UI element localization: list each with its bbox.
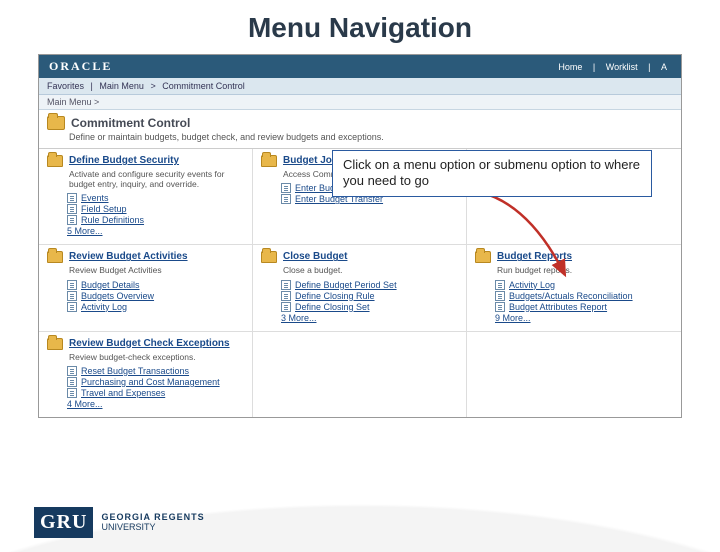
document-icon <box>281 194 291 204</box>
folder-icon <box>261 155 277 167</box>
menu-cell: Close Budget Close a budget. Define Budget… <box>253 244 467 330</box>
folder-icon <box>47 251 63 263</box>
menu-link[interactable]: Purchasing and Cost Management <box>81 377 220 387</box>
menu-link[interactable]: Travel and Expenses <box>81 388 165 398</box>
document-icon <box>67 193 77 203</box>
app-frame: ORACLE Home | Worklist | A Favorites | M… <box>38 54 682 418</box>
home-link[interactable]: Home <box>558 62 582 72</box>
document-icon <box>281 183 291 193</box>
document-icon <box>67 280 77 290</box>
menu-link[interactable]: Reset Budget Transactions <box>81 366 189 376</box>
document-icon <box>67 366 77 376</box>
group-title-link[interactable]: Close Budget <box>283 251 347 262</box>
document-icon <box>67 215 77 225</box>
more-link[interactable]: 3 More... <box>281 313 458 323</box>
folder-icon <box>47 338 63 350</box>
oracle-header: ORACLE Home | Worklist | A <box>39 55 681 78</box>
menu-link[interactable]: Activity Log <box>81 302 127 312</box>
document-icon <box>495 291 505 301</box>
folder-open-icon <box>47 116 65 130</box>
instruction-callout: Click on a menu option or submenu option… <box>332 150 652 197</box>
menu-link[interactable]: Rule Definitions <box>81 215 144 225</box>
document-icon <box>67 291 77 301</box>
more-link[interactable]: 4 More... <box>67 399 244 409</box>
section-header: Commitment Control <box>39 110 681 132</box>
gru-logo-text: GEORGIA REGENTS UNIVERSITY <box>101 513 204 533</box>
document-icon <box>281 280 291 290</box>
breadcrumb-bar: Favorites | Main Menu > Commitment Contr… <box>39 78 681 95</box>
slide-title: Menu Navigation <box>0 12 720 44</box>
folder-icon <box>47 155 63 167</box>
a-link[interactable]: A <box>661 62 667 72</box>
menu-cell <box>253 331 467 417</box>
breadcrumb-current: Commitment Control <box>162 81 245 91</box>
document-icon <box>281 302 291 312</box>
group-description: Review Budget Activities <box>69 265 244 275</box>
more-link[interactable]: 9 More... <box>495 313 673 323</box>
menu-link[interactable]: Budget Details <box>81 280 140 290</box>
document-icon <box>67 204 77 214</box>
menu-link[interactable]: Budgets/Actuals Reconciliation <box>509 291 633 301</box>
menu-link[interactable]: Define Closing Set <box>295 302 370 312</box>
worklist-link[interactable]: Worklist <box>606 62 638 72</box>
menu-link[interactable]: Define Budget Period Set <box>295 280 397 290</box>
menu-link[interactable]: Field Setup <box>81 204 127 214</box>
favorites-link[interactable]: Favorites <box>47 81 84 91</box>
header-links: Home | Worklist | A <box>554 62 671 72</box>
menu-link[interactable]: Budgets Overview <box>81 291 154 301</box>
menu-link[interactable]: Define Closing Rule <box>295 291 375 301</box>
main-menu-link[interactable]: Main Menu <box>99 81 144 91</box>
more-link[interactable]: 5 More... <box>67 226 244 236</box>
group-title-link[interactable]: Review Budget Activities <box>69 251 188 262</box>
menu-cell: Review Budget Activities Review Budget Ac… <box>39 244 253 330</box>
group-description: Activate and configure security events f… <box>69 169 244 189</box>
document-icon <box>281 291 291 301</box>
group-description: Review budget-check exceptions. <box>69 352 244 362</box>
menu-cell: Define Budget Security Activate and confi… <box>39 149 253 244</box>
menu-link[interactable]: Budget Attributes Report <box>509 302 607 312</box>
document-icon <box>67 302 77 312</box>
menu-cell <box>467 331 681 417</box>
section-title: Commitment Control <box>71 116 190 130</box>
menu-cell: Review Budget Check Exceptions Review bud… <box>39 331 253 417</box>
main-menu-path[interactable]: Main Menu > <box>39 95 681 110</box>
menu-link[interactable]: Events <box>81 193 109 203</box>
group-title-link[interactable]: Define Budget Security <box>69 155 179 166</box>
group-description: Close a budget. <box>283 265 458 275</box>
group-title-link[interactable]: Review Budget Check Exceptions <box>69 338 230 349</box>
footer-logo: GRU GEORGIA REGENTS UNIVERSITY <box>34 507 205 538</box>
gru-logo-box: GRU <box>34 507 93 538</box>
document-icon <box>495 302 505 312</box>
arrow-annotation <box>470 190 580 290</box>
document-icon <box>67 388 77 398</box>
document-icon <box>67 377 77 387</box>
folder-icon <box>261 251 277 263</box>
oracle-logo: ORACLE <box>49 59 112 74</box>
section-description: Define or maintain budgets, budget check… <box>39 132 681 149</box>
